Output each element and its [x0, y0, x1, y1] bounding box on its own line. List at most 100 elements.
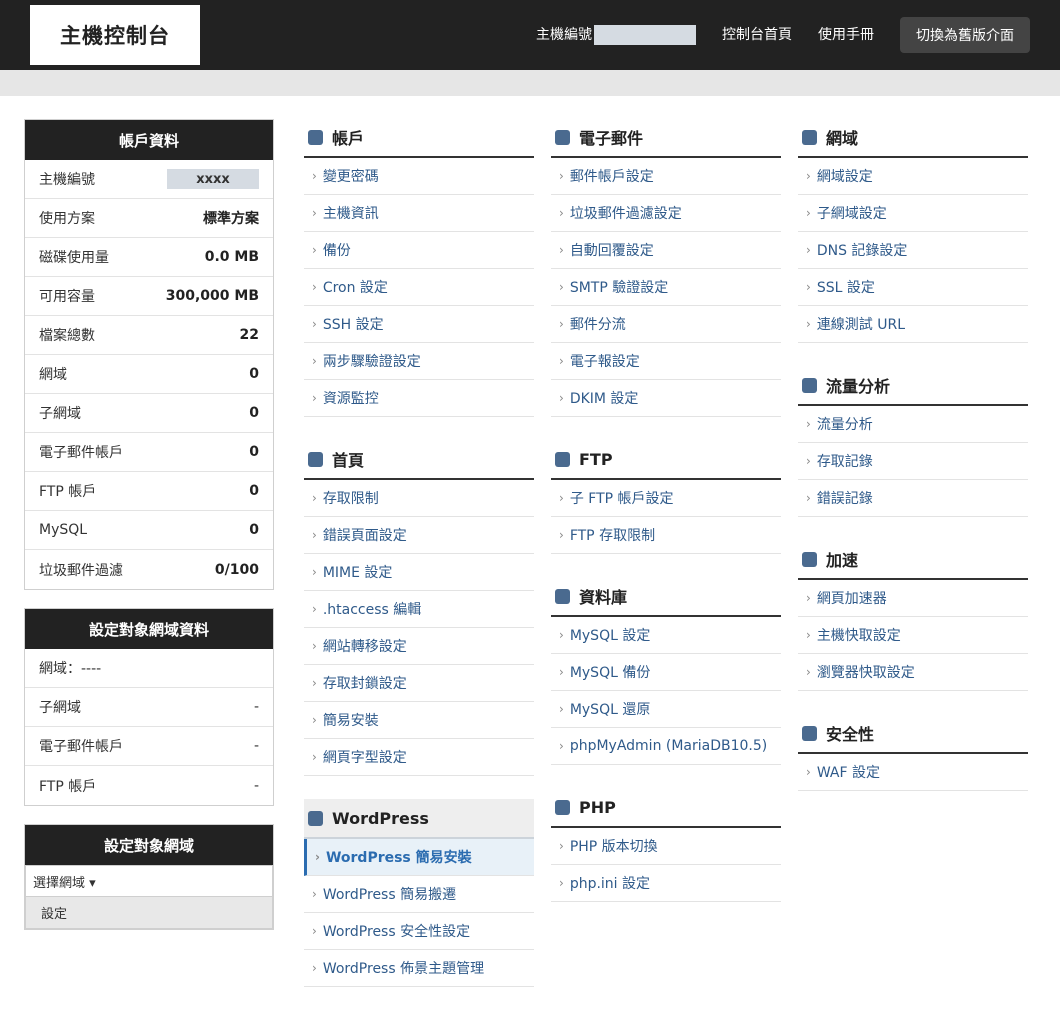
menu-link[interactable]: › MySQL 還原	[551, 691, 781, 728]
menu-link[interactable]: › WordPress 佈景主題管理	[304, 950, 534, 987]
menu-link[interactable]: › 自動回覆設定	[551, 232, 781, 269]
account-row-label: 可用容量	[39, 289, 95, 305]
section-traffic: 流量分析 › 流量分析 › 存取記錄 › 錯誤記錄	[798, 366, 1028, 517]
chevron-right-icon: ›	[312, 280, 317, 294]
control-panel-home-link[interactable]: 控制台首頁	[722, 25, 792, 45]
menu-link-label: MySQL 設定	[569, 628, 651, 644]
menu-link[interactable]: › 存取限制	[304, 480, 534, 517]
menu-link[interactable]: › 資源監控	[304, 380, 534, 417]
menu-link[interactable]: › phpMyAdmin (MariaDB10.5)	[551, 728, 781, 765]
account-row-value: 22	[239, 327, 259, 343]
menu-link-label: 錯誤頁面設定	[322, 528, 407, 544]
chevron-right-icon: ›	[312, 676, 317, 690]
menu-link[interactable]: › 網頁加速器	[798, 580, 1028, 617]
chevron-right-icon: ›	[312, 491, 317, 505]
chevron-right-icon: ›	[559, 839, 564, 853]
menu-link[interactable]: › MySQL 設定	[551, 617, 781, 654]
chevron-right-icon: ›	[312, 602, 317, 616]
section-wordpress: WordPress › WordPress 簡易安裝 › WordPress 簡易搬遷 ›…	[304, 799, 534, 987]
set-domain-button[interactable]: 設定	[25, 897, 273, 929]
chevron-right-icon: ›	[312, 243, 317, 257]
menu-link[interactable]: › MySQL 備份	[551, 654, 781, 691]
menu-link[interactable]: › SSL 設定	[798, 269, 1028, 306]
section-heading: 網域	[798, 118, 1028, 158]
menu-link-label: WordPress 佈景主題管理	[322, 961, 485, 977]
account-row-label: 使用方案	[39, 211, 95, 227]
section-heading: 首頁	[304, 440, 534, 480]
menu-link[interactable]: › 網頁字型設定	[304, 739, 534, 776]
menu-link[interactable]: › WordPress 簡易搬遷	[304, 876, 534, 913]
menu-link[interactable]: › FTP 存取限制	[551, 517, 781, 554]
menu-link[interactable]: › WAF 設定	[798, 754, 1028, 791]
menu-link[interactable]: › DKIM 設定	[551, 380, 781, 417]
menu-link[interactable]: › 簡易安裝	[304, 702, 534, 739]
switch-legacy-ui-button[interactable]: 切換為舊版介面	[900, 17, 1030, 53]
chevron-right-icon: ›	[806, 243, 811, 257]
menu-link[interactable]: › 流量分析	[798, 406, 1028, 443]
host-number-redacted	[594, 25, 696, 45]
chevron-right-icon: ›	[312, 391, 317, 405]
menu-link-label: MySQL 備份	[569, 665, 651, 681]
sub-bar	[0, 70, 1060, 96]
menu-link[interactable]: › MIME 設定	[304, 554, 534, 591]
menu-link[interactable]: › 錯誤記錄	[798, 480, 1028, 517]
section-title: 流量分析	[826, 377, 891, 396]
menu-link[interactable]: › 垃圾郵件過濾設定	[551, 195, 781, 232]
chevron-right-icon: ›	[559, 739, 564, 753]
menu-link[interactable]: › 子 FTP 帳戶設定	[551, 480, 781, 517]
menu-link[interactable]: › Cron 設定	[304, 269, 534, 306]
menu-link-label: 連線測試 URL	[816, 317, 906, 333]
chevron-right-icon: ›	[806, 280, 811, 294]
menu-link[interactable]: › 存取記錄	[798, 443, 1028, 480]
section-heading: PHP	[551, 788, 781, 828]
menu-link[interactable]: › 電子報設定	[551, 343, 781, 380]
section-account: 帳戶 › 變更密碼 › 主機資訊 › 備份 › Cron 設定 › SSH 設定 › 兩步驟驗證設定 › 資…	[304, 118, 534, 417]
chevron-right-icon: ›	[312, 961, 317, 975]
menu-link[interactable]: › 瀏覽器快取設定	[798, 654, 1028, 691]
account-row-value: 0	[249, 483, 259, 499]
menu-link[interactable]: › DNS 記錄設定	[798, 232, 1028, 269]
menu-link[interactable]: › WordPress 簡易安裝	[304, 839, 534, 876]
menu-link[interactable]: › 存取封鎖設定	[304, 665, 534, 702]
menu-link[interactable]: › 網域設定	[798, 158, 1028, 195]
user-manual-link[interactable]: 使用手冊	[818, 25, 874, 45]
menu-link[interactable]: › PHP 版本切換	[551, 828, 781, 865]
domain-row: 電子郵件帳戶 -	[25, 727, 273, 766]
menu-link[interactable]: › SSH 設定	[304, 306, 534, 343]
menu-link[interactable]: › 連線測試 URL	[798, 306, 1028, 343]
menu-link[interactable]: › 主機資訊	[304, 195, 534, 232]
logo[interactable]: 主機控制台	[30, 5, 200, 65]
chevron-right-icon: ›	[312, 713, 317, 727]
section-title: 加速	[826, 551, 859, 570]
chevron-right-icon: ›	[559, 243, 564, 257]
menu-link-label: WAF 設定	[816, 765, 880, 781]
menu-link-label: SMTP 驗證設定	[569, 280, 669, 296]
menu-link[interactable]: › php.ini 設定	[551, 865, 781, 902]
section-square-icon	[555, 451, 570, 467]
account-row-label: 電子郵件帳戶	[39, 445, 123, 461]
domain-select[interactable]: 選擇網域 ▾	[25, 865, 273, 897]
section-square-icon	[308, 810, 323, 826]
account-row-label: MySQL	[39, 522, 88, 538]
section-title: PHP	[579, 797, 616, 817]
menu-link[interactable]: › 主機快取設定	[798, 617, 1028, 654]
section-security: 安全性 › WAF 設定	[798, 714, 1028, 791]
menu-link[interactable]: › 備份	[304, 232, 534, 269]
menu-link-label: 資源監控	[322, 391, 379, 407]
menu-link[interactable]: › 子網域設定	[798, 195, 1028, 232]
menu-link[interactable]: › 兩步驟驗證設定	[304, 343, 534, 380]
account-row-value: 300,000 MB	[165, 288, 259, 304]
menu-link[interactable]: › SMTP 驗證設定	[551, 269, 781, 306]
menu-link[interactable]: › 錯誤頁面設定	[304, 517, 534, 554]
account-row-value: 0.0 MB	[204, 249, 259, 265]
menu-link[interactable]: › 變更密碼	[304, 158, 534, 195]
section-title: FTP	[579, 449, 613, 469]
menu-link[interactable]: › 郵件帳戶設定	[551, 158, 781, 195]
account-row-label: 主機編號	[39, 172, 95, 188]
menu-link[interactable]: › 網站轉移設定	[304, 628, 534, 665]
top-header: 主機控制台 主機編號 控制台首頁 使用手冊 切換為舊版介面	[0, 0, 1060, 70]
menu-link[interactable]: › WordPress 安全性設定	[304, 913, 534, 950]
menu-link[interactable]: › .htaccess 編輯	[304, 591, 534, 628]
menu-link[interactable]: › 郵件分流	[551, 306, 781, 343]
chevron-right-icon: ›	[559, 317, 564, 331]
